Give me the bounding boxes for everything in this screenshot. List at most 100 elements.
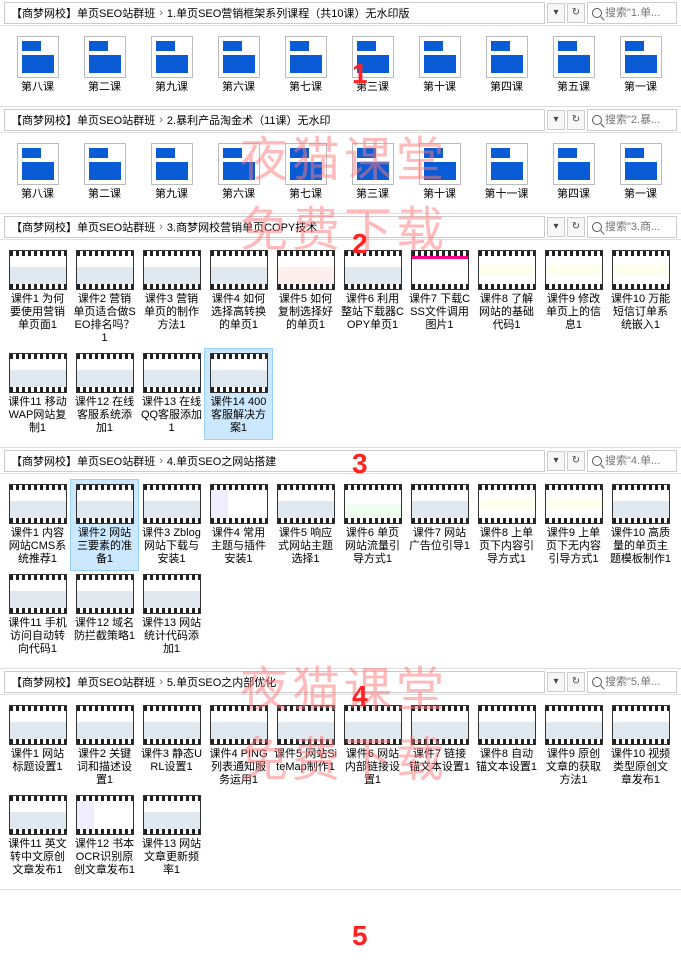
search-input[interactable] — [605, 676, 672, 688]
search-box[interactable] — [587, 671, 677, 693]
file-item[interactable]: 第九课 — [138, 32, 205, 98]
file-item[interactable]: 第九课 — [138, 139, 205, 205]
breadcrumb[interactable]: 【商梦网校】单页SEO站群班›5.单页SEO之内部优化 — [4, 671, 545, 693]
video-thumbnail-icon — [210, 250, 268, 290]
dropdown-button[interactable]: ▾ — [547, 672, 565, 692]
file-item[interactable]: 课件11 手机访问自动转向代码1 — [4, 570, 71, 660]
breadcrumb[interactable]: 【商梦网校】单页SEO站群班›1.单页SEO营销框架系列课程（共10课）无水印版 — [4, 2, 545, 24]
file-item[interactable]: 课件9 修改单页上的信息1 — [540, 246, 607, 349]
file-item[interactable]: 课件9 原创文章的获取方法1 — [540, 701, 607, 791]
file-item[interactable]: 第二课 — [71, 139, 138, 205]
file-item[interactable]: 课件13 在线QQ客服添加1 — [138, 349, 205, 439]
file-item[interactable]: 课件6 单页网站流量引导方式1 — [339, 480, 406, 570]
file-item[interactable]: 第六课 — [205, 139, 272, 205]
refresh-button[interactable]: ↻ — [567, 3, 585, 23]
breadcrumb[interactable]: 【商梦网校】单页SEO站群班›2.暴利产品淘金术（11课）无水印 — [4, 109, 545, 131]
breadcrumb[interactable]: 【商梦网校】单页SEO站群班›3.商梦网校营销单页COPY技术 — [4, 216, 545, 238]
search-input[interactable] — [605, 455, 672, 467]
file-item[interactable]: 课件5 如何复制选择好的单页1 — [272, 246, 339, 349]
file-item[interactable]: 课件5 网站SiteMap制作1 — [272, 701, 339, 791]
file-item[interactable]: 课件2 网站三要素的准备1 — [71, 480, 138, 570]
file-item[interactable]: 课件6 网站内部链接设置1 — [339, 701, 406, 791]
file-item[interactable]: 第四课 — [473, 32, 540, 98]
breadcrumb-segment[interactable]: 【商梦网校】单页SEO站群班 — [9, 453, 157, 469]
file-label: 课件11 英文转中文原创文章发布1 — [6, 838, 69, 877]
breadcrumb-segment[interactable]: 【商梦网校】单页SEO站群班 — [9, 674, 157, 690]
file-item[interactable]: 课件11 英文转中文原创文章发布1 — [4, 791, 71, 881]
file-item[interactable]: 第三课 — [339, 139, 406, 205]
file-item[interactable]: 课件6 利用整站下载器COPY单页1 — [339, 246, 406, 349]
refresh-button[interactable]: ↻ — [567, 451, 585, 471]
file-item[interactable]: 课件1 网站标题设置1 — [4, 701, 71, 791]
file-item[interactable]: 课件10 视频类型原创文章发布1 — [607, 701, 674, 791]
file-item[interactable]: 课件11 移动WAP网站复制1 — [4, 349, 71, 439]
file-item[interactable]: 第八课 — [4, 32, 71, 98]
search-input[interactable] — [605, 221, 672, 233]
dropdown-button[interactable]: ▾ — [547, 3, 565, 23]
file-item[interactable]: 课件2 关键词和描述设置1 — [71, 701, 138, 791]
file-item[interactable]: 课件14 400客服解决方案1 — [205, 349, 272, 439]
search-box[interactable] — [587, 216, 677, 238]
file-item[interactable]: 第六课 — [205, 32, 272, 98]
refresh-button[interactable]: ↻ — [567, 217, 585, 237]
file-item[interactable]: 课件8 上单页下内容引导方式1 — [473, 480, 540, 570]
file-item[interactable]: 课件12 在线客服系统添加1 — [71, 349, 138, 439]
file-item[interactable]: 课件13 网站统计代码添加1 — [138, 570, 205, 660]
breadcrumb-segment[interactable]: 1.单页SEO营销框架系列课程（共10课）无水印版 — [165, 5, 412, 21]
file-item[interactable]: 课件4 如何选择高转换的单页1 — [205, 246, 272, 349]
breadcrumb-segment[interactable]: 3.商梦网校营销单页COPY技术 — [165, 219, 319, 235]
file-item[interactable]: 第一课 — [607, 32, 674, 98]
file-item[interactable]: 课件3 营销单页的制作方法1 — [138, 246, 205, 349]
file-item[interactable]: 课件7 链接锚文本设置1 — [406, 701, 473, 791]
file-item[interactable]: 课件4 常用主题与插件安装1 — [205, 480, 272, 570]
search-box[interactable] — [587, 450, 677, 472]
dropdown-button[interactable]: ▾ — [547, 451, 565, 471]
file-item[interactable]: 课件7 网站广告位引导1 — [406, 480, 473, 570]
file-item[interactable]: 课件1 为何要使用营销单页面1 — [4, 246, 71, 349]
breadcrumb-segment[interactable]: 【商梦网校】单页SEO站群班 — [9, 219, 157, 235]
file-item[interactable]: 课件2 营销单页适合做SEO排名吗？1 — [71, 246, 138, 349]
file-item[interactable]: 课件13 网站文章更新频率1 — [138, 791, 205, 881]
file-item[interactable]: 第四课 — [540, 139, 607, 205]
file-item[interactable]: 第三课 — [339, 32, 406, 98]
search-icon — [592, 222, 602, 232]
search-input[interactable] — [605, 7, 672, 19]
file-item[interactable]: 课件3 Zblog网站下载与安装1 — [138, 480, 205, 570]
file-item[interactable]: 课件8 自动锚文本设置1 — [473, 701, 540, 791]
file-item[interactable]: 课件5 响应式网站主题选择1 — [272, 480, 339, 570]
file-item[interactable]: 第八课 — [4, 139, 71, 205]
file-item[interactable]: 课件10 高质量的单页主题模板制作1 — [607, 480, 674, 570]
file-item[interactable]: 课件12 域名防拦截策略1 — [71, 570, 138, 660]
breadcrumb-segment[interactable]: 2.暴利产品淘金术（11课）无水印 — [165, 112, 333, 128]
file-item[interactable]: 课件12 书本OCR识别原创文章发布1 — [71, 791, 138, 881]
file-item[interactable]: 课件1 内容网站CMS系统推荐1 — [4, 480, 71, 570]
dropdown-button[interactable]: ▾ — [547, 217, 565, 237]
dropdown-button[interactable]: ▾ — [547, 110, 565, 130]
refresh-button[interactable]: ↻ — [567, 672, 585, 692]
file-item[interactable]: 第十课 — [406, 32, 473, 98]
search-box[interactable] — [587, 2, 677, 24]
file-item[interactable]: 课件4 PING列表通知服务运用1 — [205, 701, 272, 791]
breadcrumb-segment[interactable]: 4.单页SEO之网站搭建 — [165, 453, 278, 469]
file-item[interactable]: 课件3 静态URL设置1 — [138, 701, 205, 791]
file-item[interactable]: 第二课 — [71, 32, 138, 98]
file-item[interactable]: 课件8 了解网站的基础代码1 — [473, 246, 540, 349]
breadcrumb-segment[interactable]: 【商梦网校】单页SEO站群班 — [9, 5, 157, 21]
search-box[interactable] — [587, 109, 677, 131]
file-label: 第三课 — [356, 188, 389, 201]
file-item[interactable]: 第十课 — [406, 139, 473, 205]
search-input[interactable] — [605, 114, 672, 126]
file-item[interactable]: 第七课 — [272, 139, 339, 205]
file-label: 课件14 400客服解决方案1 — [207, 396, 270, 435]
breadcrumb-segment[interactable]: 【商梦网校】单页SEO站群班 — [9, 112, 157, 128]
file-item[interactable]: 第十一课 — [473, 139, 540, 205]
file-item[interactable]: 课件7 下载CSS文件调用图片1 — [406, 246, 473, 349]
refresh-button[interactable]: ↻ — [567, 110, 585, 130]
file-item[interactable]: 第一课 — [607, 139, 674, 205]
file-item[interactable]: 第七课 — [272, 32, 339, 98]
breadcrumb-segment[interactable]: 5.单页SEO之内部优化 — [165, 674, 278, 690]
file-item[interactable]: 课件9 上单页下无内容引导方式1 — [540, 480, 607, 570]
breadcrumb[interactable]: 【商梦网校】单页SEO站群班›4.单页SEO之网站搭建 — [4, 450, 545, 472]
file-item[interactable]: 课件10 万能短信订单系统嵌入1 — [607, 246, 674, 349]
file-item[interactable]: 第五课 — [540, 32, 607, 98]
